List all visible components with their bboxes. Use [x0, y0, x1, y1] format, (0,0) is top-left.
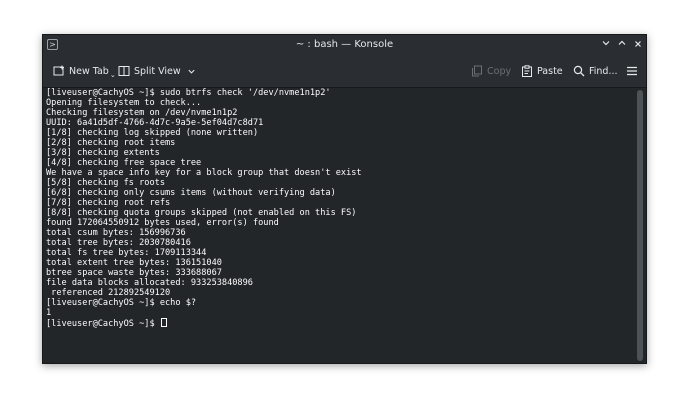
terminal-line: [6/8] checking only csums items (without… — [46, 188, 336, 198]
terminal-line: total fs tree bytes: 1709113344 — [46, 248, 207, 258]
terminal-line: found 172064550912 bytes used, error(s) … — [46, 218, 279, 228]
chevron-down-icon — [602, 41, 610, 46]
terminal-line: [7/8] checking root refs — [46, 198, 171, 208]
terminal-line: file data blocks allocated: 933253840896 — [46, 278, 253, 288]
close-button[interactable] — [631, 38, 645, 52]
terminal-line: Checking filesystem on /dev/nvme1n1p2 — [46, 108, 238, 118]
find-label: Find... — [589, 65, 618, 77]
prompt-line[interactable]: [liveuser@CachyOS ~]$ — [46, 318, 634, 329]
terminal-line: [8/8] checking quota groups skipped (not… — [46, 208, 357, 218]
terminal-line: [4/8] checking free space tree — [46, 158, 202, 168]
search-icon — [573, 65, 585, 77]
terminal-line: [5/8] checking fs roots — [46, 178, 165, 188]
text-cursor — [160, 318, 167, 327]
terminal-line: btree space waste bytes: 333688067 — [46, 268, 222, 278]
window-title: ~ : bash — Konsole — [295, 39, 394, 50]
vertical-scrollbar[interactable] — [634, 88, 646, 363]
hamburger-menu-button[interactable] — [626, 63, 642, 79]
terminal-line: referenced 212892549120 — [46, 288, 171, 298]
terminal-line: Opening filesystem to check... — [46, 98, 202, 108]
terminal-line: [liveuser@CachyOS ~]$ echo $? — [46, 298, 197, 308]
split-view-icon — [118, 66, 130, 76]
terminal-line: [2/8] checking root items — [46, 138, 176, 148]
terminal-line: [3/8] checking extents — [46, 148, 160, 158]
terminal-line: UUID: 6a41d5df-4766-4d7c-9a5e-5ef04d7c8d… — [46, 118, 264, 128]
new-tab-button[interactable]: New Tab ⌄ — [53, 63, 116, 79]
chevron-down-icon — [188, 69, 195, 74]
maximize-button[interactable] — [615, 38, 629, 52]
shell-prompt: [liveuser@CachyOS ~]$ — [46, 319, 160, 329]
konsole-window: > ~ : bash — Konsole New Tab ⌄ Split Vie… — [42, 34, 647, 364]
chevron-up-icon — [618, 40, 626, 45]
terminal-line: [1/8] checking log skipped (none written… — [46, 128, 259, 138]
paste-button[interactable]: Paste — [521, 63, 563, 79]
new-tab-label: New Tab — [69, 65, 109, 77]
terminal-line: [liveuser@CachyOS ~]$ sudo btrfs check '… — [46, 88, 331, 98]
toolbar: New Tab ⌄ Split View Copy Paste Find... — [43, 55, 646, 88]
close-icon — [635, 41, 641, 47]
title-bar[interactable]: > ~ : bash — Konsole — [43, 35, 646, 55]
scrollbar-thumb[interactable] — [637, 90, 643, 361]
split-view-label: Split View — [134, 65, 181, 77]
paste-icon — [522, 65, 532, 77]
hamburger-menu-icon — [627, 66, 637, 76]
terminal-line: total csum bytes: 156996736 — [46, 228, 186, 238]
new-tab-icon — [53, 65, 64, 76]
copy-icon — [472, 65, 482, 77]
chevron-down-icon: ⌄ — [109, 71, 116, 79]
minimize-button[interactable] — [599, 38, 613, 52]
paste-label: Paste — [537, 65, 563, 77]
split-view-button[interactable]: Split View — [118, 63, 200, 79]
terminal-line: 1 — [46, 308, 52, 318]
terminal-line: total extent tree bytes: 136151040 — [46, 258, 222, 268]
copy-button[interactable]: Copy — [471, 63, 511, 79]
terminal-line: We have a space info key for a block gro… — [46, 168, 362, 178]
terminal-output[interactable]: [liveuser@CachyOS ~]$ sudo btrfs check '… — [43, 88, 634, 363]
copy-label: Copy — [487, 65, 512, 77]
terminal-line: total tree bytes: 2030780416 — [46, 238, 191, 248]
find-button[interactable]: Find... — [573, 63, 618, 79]
